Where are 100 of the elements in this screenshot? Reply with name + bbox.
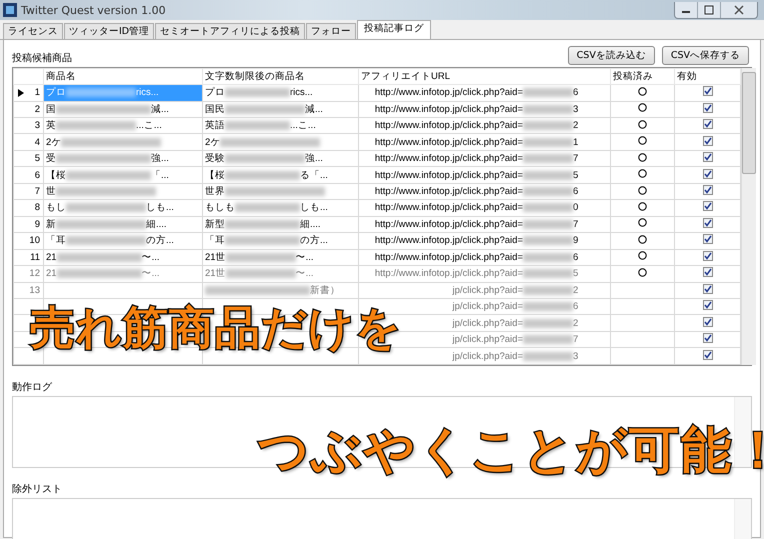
checkbox[interactable] xyxy=(702,86,712,96)
table-cell: 細.... xyxy=(300,218,321,231)
column-header[interactable]: 商品名 xyxy=(46,71,76,82)
table-cell: 21 xyxy=(46,268,57,280)
table-cell: 2ケ xyxy=(46,136,62,149)
checkbox[interactable] xyxy=(702,119,712,130)
table-cell: る「... xyxy=(300,168,328,182)
blurred-text xyxy=(523,187,573,196)
checkbox[interactable] xyxy=(702,152,712,162)
blurred-text xyxy=(523,88,573,98)
blurred-text xyxy=(523,121,573,130)
caption-overlay: つぶやくことが可能！ xyxy=(258,425,764,475)
csv-button[interactable]: CSVを読み込む xyxy=(568,46,655,65)
blurred-text xyxy=(225,88,290,98)
app-icon xyxy=(3,3,17,17)
table-cell: 21世 xyxy=(205,267,226,280)
row-number: 8 xyxy=(34,202,40,214)
row-number: 3 xyxy=(34,120,40,132)
checkbox[interactable] xyxy=(702,234,712,244)
blurred-text xyxy=(523,220,573,229)
blurred-text xyxy=(523,335,573,344)
table-cell: 新 xyxy=(46,218,56,231)
table-cell: rics... xyxy=(290,87,313,98)
checkbox[interactable] xyxy=(702,316,712,327)
tab[interactable]: ツィッターID管理 xyxy=(64,23,154,39)
tab[interactable]: 投稿記事ログ xyxy=(357,20,432,39)
table-cell: 2ケ xyxy=(205,136,220,149)
table-cell: 世界 xyxy=(205,185,225,198)
table-cell: プロ xyxy=(46,86,66,100)
table-cell: 〜... xyxy=(142,250,160,264)
blurred-text xyxy=(226,252,296,262)
tab[interactable]: ライセンス xyxy=(3,23,63,39)
row-number: 12 xyxy=(29,268,40,280)
table-cell: http://www.infotop.jp/click.php?aid= xyxy=(374,252,523,263)
checkbox[interactable] xyxy=(702,218,712,228)
checkbox[interactable] xyxy=(702,333,712,344)
checkbox[interactable] xyxy=(702,250,712,261)
section-label: 除外リスト xyxy=(12,483,62,496)
checkbox[interactable] xyxy=(702,300,712,310)
blurred-text xyxy=(523,138,573,147)
table-cell: 強... xyxy=(305,152,323,166)
table-cell: もしも xyxy=(205,201,235,214)
blurred-text xyxy=(523,203,573,212)
table-cell: 「耳 xyxy=(46,234,66,248)
table-cell: 【桜 xyxy=(46,168,66,182)
table-cell: 英 xyxy=(46,119,56,132)
table-cell: 国 xyxy=(46,102,56,116)
table-cell: http://www.infotop.jp/click.php?aid= xyxy=(374,186,523,197)
table-cell: 細.... xyxy=(146,218,167,231)
blurred-text xyxy=(523,104,573,114)
checkbox[interactable] xyxy=(702,102,712,113)
table-cell: 1 xyxy=(573,136,578,148)
table-cell: の方... xyxy=(300,234,328,248)
csv-button[interactable]: CSVへ保存する xyxy=(662,46,749,65)
checkbox[interactable] xyxy=(702,201,712,212)
table-cell: 6 xyxy=(573,252,578,263)
table-cell: http://www.infotop.jp/click.php?aid= xyxy=(374,153,523,164)
table-cell: 9 xyxy=(573,235,578,246)
table-cell: 【桜 xyxy=(205,168,225,182)
checkbox[interactable] xyxy=(702,168,712,179)
table-cell: 7 xyxy=(573,153,578,164)
table-cell: 世 xyxy=(46,185,56,198)
table-cell: http://www.infotop.jp/click.php?aid= xyxy=(374,235,523,246)
table-cell: 3 xyxy=(573,104,578,115)
table-cell: jp/click.php?aid= xyxy=(452,284,523,296)
tab[interactable]: フォロー xyxy=(306,23,356,39)
table-cell: の方... xyxy=(146,234,174,248)
row-number: 2 xyxy=(34,104,40,115)
table-cell: 21 xyxy=(46,252,57,263)
table-cell: 「... xyxy=(151,168,169,182)
row-number: 5 xyxy=(34,153,40,164)
section-label: 動作ログ xyxy=(12,381,52,394)
blurred-text xyxy=(66,88,136,98)
checkbox[interactable] xyxy=(702,185,712,195)
table-cell: jp/click.php?aid= xyxy=(452,334,523,346)
blurred-text xyxy=(523,269,573,278)
section-label: 投稿候補商品 xyxy=(12,52,72,65)
table-cell: http://www.infotop.jp/click.php?aid= xyxy=(374,218,523,230)
blurred-text xyxy=(523,236,573,246)
scrollbar[interactable] xyxy=(741,68,756,365)
table-cell: 新型 xyxy=(205,218,225,231)
checkbox[interactable] xyxy=(702,284,712,294)
table-cell: 受験 xyxy=(205,152,225,166)
blurred-text xyxy=(523,318,573,328)
blurred-text xyxy=(523,302,573,312)
checkbox[interactable] xyxy=(702,350,712,360)
table-cell: 6 xyxy=(573,301,578,312)
table-cell: http://www.infotop.jp/click.php?aid= xyxy=(374,170,523,181)
checkbox[interactable] xyxy=(702,267,712,278)
table-cell: しも... xyxy=(300,201,328,214)
table-cell: http://www.infotop.jp/click.php?aid= xyxy=(374,120,523,132)
table-cell: 6 xyxy=(573,87,578,98)
tab[interactable]: セミオートアフィリによる投稿 xyxy=(155,23,306,39)
checkbox[interactable] xyxy=(702,136,712,146)
blurred-text xyxy=(226,269,296,278)
table-cell: 受 xyxy=(46,152,56,166)
table-cell: 英語 xyxy=(205,119,225,132)
row-number: 10 xyxy=(29,235,40,246)
table-cell: http://www.infotop.jp/click.php?aid= xyxy=(374,202,523,214)
table-cell: 新書） xyxy=(310,284,340,297)
